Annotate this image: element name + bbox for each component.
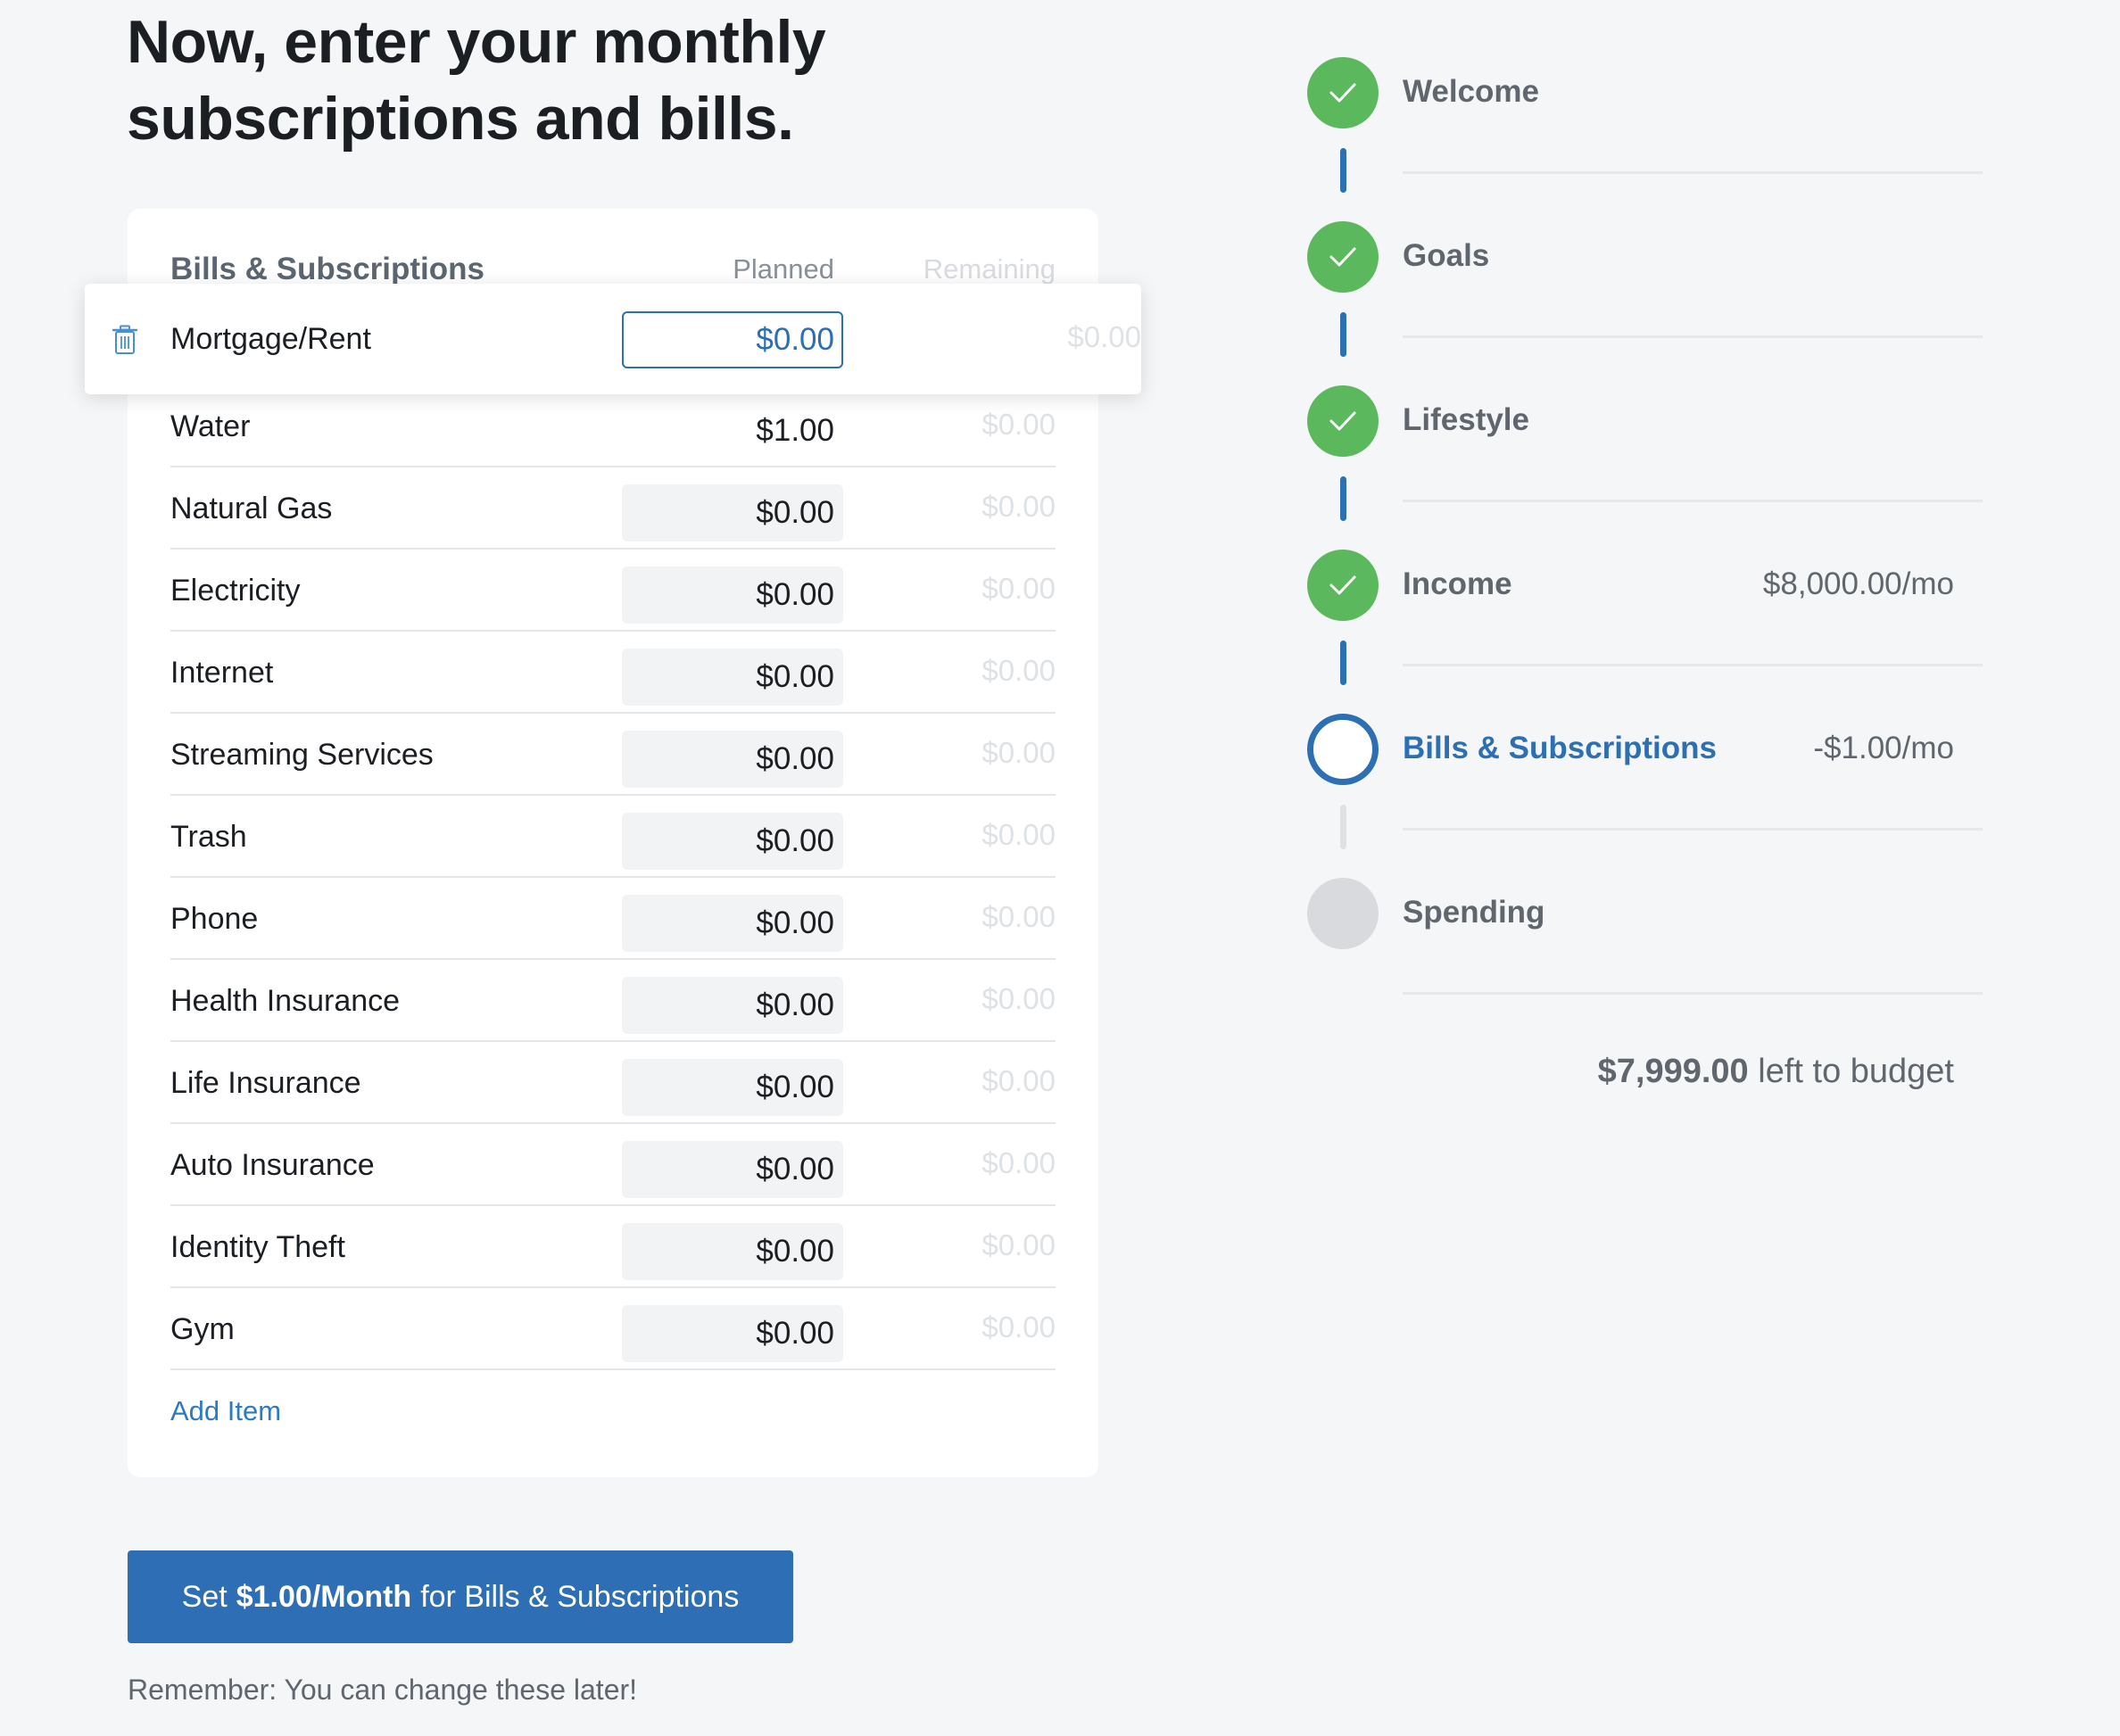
remaining-amount: $0.00 (981, 654, 1056, 687)
step-label-goals[interactable]: Goals (1403, 236, 1489, 277)
table-row: Trash $0.00 (170, 796, 1056, 878)
step-value-income: $8,000.00/mo (1606, 564, 1954, 605)
remaining-amount: $0.00 (981, 490, 1056, 523)
table-row-active: Mortgage/Rent $0.00 (85, 284, 1141, 394)
cta-suffix: for Bills & Subscriptions (420, 1579, 740, 1614)
left-to-budget-amount: $7,999.00 (1597, 1053, 1749, 1090)
table-row: Streaming Services $0.00 (170, 714, 1056, 796)
remaining-amount: $0.00 (981, 1228, 1056, 1261)
step-circle-lifestyle (1307, 385, 1379, 457)
table-row: Auto Insurance $0.00 (170, 1124, 1056, 1206)
reminder-text: Remember: You can change these later! (128, 1674, 638, 1706)
step-connector (1340, 641, 1346, 685)
check-icon (1329, 575, 1356, 595)
table-row: Electricity $0.00 (170, 550, 1056, 632)
planned-amount-input[interactable] (622, 731, 843, 788)
step-label-lifestyle[interactable]: Lifestyle (1403, 400, 1529, 441)
set-budget-button[interactable]: Set $1.00/Month for Bills & Subscription… (128, 1550, 793, 1643)
remaining-amount: $0.00 (981, 1310, 1056, 1343)
step-value-bills: -$1.00/mo (1606, 728, 1954, 769)
table-row: Natural Gas $0.00 (170, 467, 1056, 550)
column-header-planned: Planned (733, 253, 834, 285)
column-header-remaining: Remaining (923, 253, 1056, 285)
remaining-amount: $0.00 (981, 408, 1056, 441)
row-name: Streaming Services (170, 738, 434, 772)
step-amount: -$1.00 (1813, 731, 1902, 765)
left-to-budget-text: left to budget (1758, 1053, 1954, 1090)
check-icon (1329, 247, 1356, 267)
table-row: Health Insurance $0.00 (170, 960, 1056, 1042)
step-connector (1340, 148, 1346, 193)
step-divider (1403, 664, 1983, 666)
remaining-amount: $0.00 (981, 572, 1056, 605)
step-label-spending[interactable]: Spending (1403, 892, 1544, 933)
row-name: Identity Theft (170, 1230, 345, 1264)
column-header-name: Bills & Subscriptions (170, 252, 484, 286)
step-circle-spending (1307, 878, 1379, 949)
table-row: Internet $0.00 (170, 632, 1056, 714)
step-unit: /mo (1901, 731, 1954, 765)
table-row: Life Insurance $0.00 (170, 1042, 1056, 1124)
planned-amount-input[interactable] (622, 813, 843, 870)
row-name: Electricity (170, 574, 301, 608)
cta-prefix: Set (181, 1579, 228, 1614)
row-name: Natural Gas (170, 492, 333, 525)
page-title: Now, enter your monthly subscriptions an… (127, 8, 826, 153)
row-name: Phone (170, 902, 259, 936)
row-name: Health Insurance (170, 984, 401, 1018)
step-divider (1403, 992, 1983, 995)
row-name: Mortgage/Rent (170, 322, 371, 356)
step-circle-goals (1307, 221, 1379, 293)
planned-amount-input[interactable] (622, 484, 843, 541)
planned-amount-input[interactable] (622, 1141, 843, 1198)
planned-amount-input[interactable] (622, 402, 843, 459)
step-divider (1403, 828, 1983, 831)
planned-amount-input[interactable] (622, 566, 843, 624)
cta-amount: $1.00/Month (236, 1579, 412, 1614)
table-row: Phone $0.00 (170, 878, 1056, 960)
planned-amount-input[interactable] (622, 977, 843, 1034)
step-circle-welcome (1307, 57, 1379, 128)
step-divider (1403, 171, 1983, 174)
row-name: Gym (170, 1312, 235, 1346)
left-to-budget: $7,999.00 left to budget (1428, 1053, 1954, 1091)
planned-amount-input[interactable] (622, 311, 843, 368)
row-name: Water (170, 409, 251, 443)
remaining-amount: $0.00 (981, 818, 1056, 851)
step-connector (1340, 476, 1346, 521)
check-icon (1329, 411, 1356, 431)
planned-amount-input[interactable] (622, 895, 843, 952)
row-name: Auto Insurance (170, 1148, 375, 1182)
step-label-income[interactable]: Income (1403, 564, 1512, 605)
trash-icon[interactable] (112, 325, 138, 355)
planned-amount-input[interactable] (622, 1305, 843, 1362)
remaining-amount: $0.00 (1067, 320, 1141, 353)
planned-amount-input[interactable] (622, 1059, 843, 1116)
remaining-amount: $0.00 (981, 736, 1056, 769)
step-circle-income (1307, 550, 1379, 621)
step-divider (1403, 335, 1983, 338)
row-divider (170, 1368, 1056, 1370)
step-connector (1340, 805, 1346, 849)
step-divider (1403, 500, 1983, 502)
add-item-link[interactable]: Add Item (170, 1395, 281, 1427)
check-icon (1329, 83, 1356, 103)
table-row: Water $0.00 (170, 385, 1056, 467)
remaining-amount: $0.00 (981, 982, 1056, 1015)
remaining-amount: $0.00 (981, 1064, 1056, 1097)
remaining-amount: $0.00 (981, 1146, 1056, 1179)
step-circle-bills (1307, 714, 1379, 785)
planned-amount-input[interactable] (622, 649, 843, 706)
step-amount: $8,000.00 (1762, 566, 1902, 601)
step-unit: /mo (1901, 566, 1954, 601)
table-row: Gym $0.00 (170, 1288, 1056, 1370)
row-name: Life Insurance (170, 1066, 361, 1100)
row-name: Internet (170, 656, 274, 690)
table-row: Identity Theft $0.00 (170, 1206, 1056, 1288)
remaining-amount: $0.00 (981, 900, 1056, 933)
step-connector (1340, 312, 1346, 357)
step-label-welcome[interactable]: Welcome (1403, 71, 1539, 112)
row-name: Trash (170, 820, 247, 854)
planned-amount-input[interactable] (622, 1223, 843, 1280)
